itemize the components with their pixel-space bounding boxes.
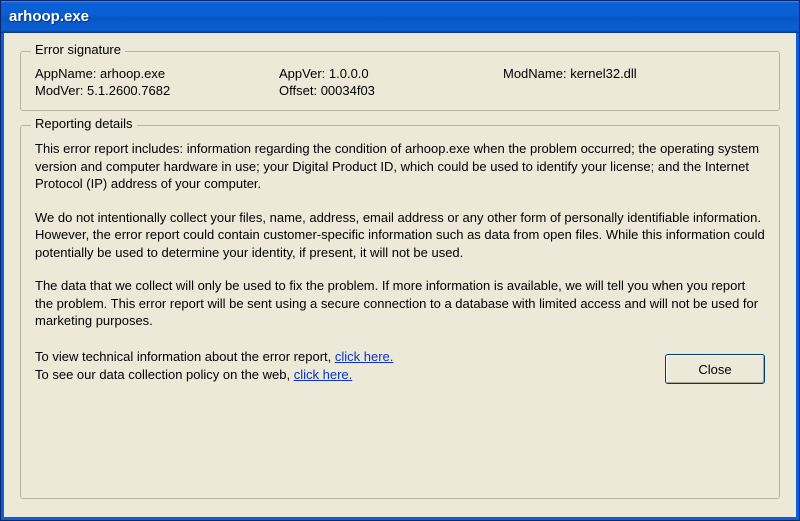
mod-ver-label: ModVer: [35,83,83,98]
tech-info-link[interactable]: click here. [335,349,394,364]
app-ver-value: 1.0.0.0 [329,66,369,81]
offset-value: 00034f03 [321,83,375,98]
reporting-paragraph-2: We do not intentionally collect your fil… [35,209,765,262]
footer-row: To view technical information about the … [35,348,765,384]
policy-link[interactable]: click here. [294,367,353,382]
offset-label: Offset: [279,83,317,98]
app-ver-label: AppVer: [279,66,325,81]
client-area: Error signature AppName: arhoop.exe AppV… [1,33,799,520]
link-lines: To view technical information about the … [35,348,393,384]
mod-name-cell: ModName: kernel32.dll [503,66,765,81]
window-title: arhoop.exe [9,8,89,25]
app-name-label: AppName: [35,66,96,81]
app-ver-cell: AppVer: 1.0.0.0 [279,66,499,81]
titlebar[interactable]: arhoop.exe [1,1,799,33]
policy-prefix: To see our data collection policy on the… [35,367,294,382]
empty-cell [503,83,765,98]
close-button[interactable]: Close [665,354,765,384]
dialog-window: arhoop.exe Error signature AppName: arho… [0,0,800,521]
mod-name-value: kernel32.dll [570,66,637,81]
tech-info-prefix: To view technical information about the … [35,349,335,364]
reporting-paragraph-1: This error report includes: information … [35,140,765,193]
reporting-details-legend: Reporting details [31,116,137,131]
error-signature-grid: AppName: arhoop.exe AppVer: 1.0.0.0 ModN… [35,66,765,98]
reporting-paragraph-3: The data that we collect will only be us… [35,277,765,330]
mod-ver-value: 5.1.2600.7682 [87,83,170,98]
app-name-value: arhoop.exe [100,66,165,81]
mod-name-label: ModName: [503,66,567,81]
policy-line: To see our data collection policy on the… [35,366,393,384]
app-name-cell: AppName: arhoop.exe [35,66,275,81]
tech-info-line: To view technical information about the … [35,348,393,366]
error-signature-legend: Error signature [31,42,125,57]
mod-ver-cell: ModVer: 5.1.2600.7682 [35,83,275,98]
offset-cell: Offset: 00034f03 [279,83,499,98]
error-signature-group: Error signature AppName: arhoop.exe AppV… [20,51,780,111]
reporting-details-group: Reporting details This error report incl… [20,125,780,499]
